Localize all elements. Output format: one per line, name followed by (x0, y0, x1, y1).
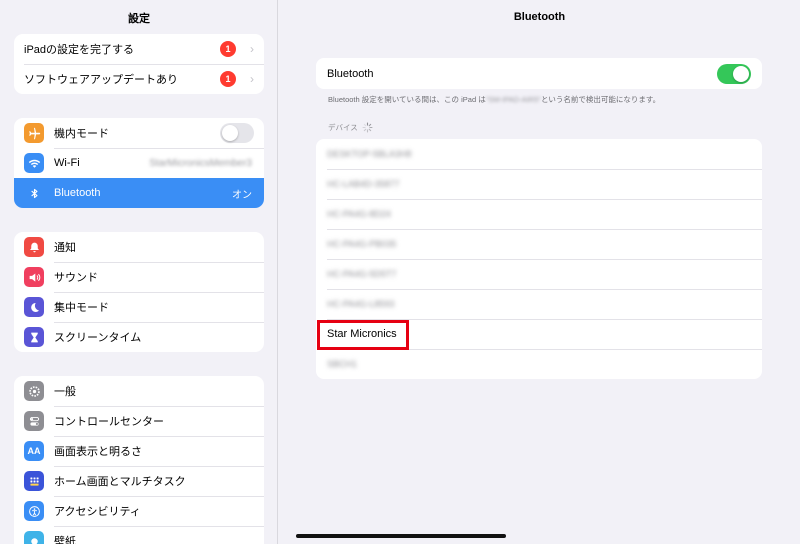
moon-icon (24, 297, 44, 317)
device-row[interactable]: HC-PA4G-PB035 (316, 229, 762, 259)
speaker-icon (24, 267, 44, 287)
sidebar-item-label: iPadの設定を完了する (24, 44, 135, 56)
device-row[interactable]: SBCH1 (316, 349, 762, 379)
switches-icon (24, 411, 44, 431)
chevron-right-icon: › (250, 72, 254, 86)
device-row[interactable]: HC-PA4G-5D5T7 (316, 259, 762, 289)
setup-group: iPadの設定を完了する 1 › ソフトウェアアップデートあり 1 › (14, 34, 264, 94)
home-grid-icon (24, 471, 44, 491)
device-name-redacted: "SM-IPAD-AIR5" (485, 95, 541, 104)
sidebar-item-label: コントロールセンター (54, 416, 164, 428)
bluetooth-toggle-label: Bluetooth (327, 67, 374, 80)
description-prefix: Bluetooth 設定を開いている間は、この iPad は (328, 95, 486, 104)
notifications-group: 通知 サウンド 集中モード スクリーンタイム (14, 232, 264, 352)
device-name: HC-LAB4D-35877 (327, 179, 400, 189)
device-name: DESKTOP-5BLA3H8 (327, 149, 412, 159)
device-name: HC-PA4G-8D24 (327, 209, 391, 219)
wifi-icon (24, 153, 44, 173)
wifi-network-name: StarMicronicsMember3 (149, 157, 252, 169)
device-name: SBCH1 (327, 359, 358, 369)
bluetooth-icon (24, 183, 44, 203)
device-row[interactable]: HC-PA4G-8D24 (316, 199, 762, 229)
device-row[interactable]: HC-LAB4D-35877 (316, 169, 762, 199)
device-name: HC-PA4G-PB035 (327, 239, 397, 249)
text-size-icon: AA (24, 441, 44, 461)
toggle-knob (733, 65, 749, 82)
sidebar-item-finish-setup[interactable]: iPadの設定を完了する 1 › (14, 34, 264, 64)
sidebar-item-notifications[interactable]: 通知 (14, 232, 264, 262)
highlight-annotation (317, 320, 409, 350)
device-row[interactable]: DESKTOP-5BLA3H8 (316, 139, 762, 169)
device-name: HC-PA4G-L8593 (327, 299, 395, 309)
hourglass-icon (24, 327, 44, 347)
sidebar-item-home-screen[interactable]: ホーム画面とマルチタスク (14, 466, 264, 496)
sidebar-item-label: ソフトウェアアップデートあり (24, 74, 178, 86)
sidebar-item-display[interactable]: AA 画面表示と明るさ (14, 436, 264, 466)
device-row[interactable]: HC-PA4G-L8593 (316, 289, 762, 319)
bluetooth-toggle[interactable] (717, 63, 751, 84)
description-suffix: という名前で検出可能になります。 (540, 95, 661, 104)
connectivity-group: 機内モード Wi-Fi StarMicronicsMember3 Bluetoo… (14, 118, 264, 208)
gear-icon (24, 381, 44, 401)
bluetooth-detail-pane: Bluetooth Bluetooth Bluetooth 設定を開いている間は… (279, 0, 800, 544)
device-name: HC-PA4G-5D5T7 (327, 269, 397, 279)
sidebar-item-general[interactable]: 一般 (14, 376, 264, 406)
sidebar-item-label: 一般 (54, 386, 76, 398)
sidebar-item-wifi[interactable]: Wi-Fi StarMicronicsMember3 (14, 148, 264, 178)
sidebar-item-label: 機内モード (54, 128, 109, 140)
sidebar-item-software-update[interactable]: ソフトウェアアップデートあり 1 › (14, 64, 264, 94)
sidebar-item-label: 集中モード (54, 302, 109, 314)
bluetooth-toggle-row: Bluetooth (316, 58, 762, 89)
sidebar-item-label: 通知 (54, 242, 76, 254)
sidebar-item-bluetooth[interactable]: Bluetooth オン (14, 178, 264, 208)
sidebar-item-sounds[interactable]: サウンド (14, 262, 264, 292)
sidebar-item-label: スクリーンタイム (54, 332, 142, 344)
sidebar-item-label: ホーム画面とマルチタスク (54, 476, 186, 488)
chevron-right-icon: › (250, 42, 254, 56)
bluetooth-status: オン (232, 189, 252, 201)
sidebar-item-wallpaper[interactable]: 壁紙 (14, 526, 264, 544)
notification-badge: 1 (220, 71, 236, 87)
toggle-knob (222, 125, 238, 141)
wallpaper-icon (24, 531, 44, 544)
page-title: Bluetooth (513, 11, 566, 23)
accessibility-icon (24, 501, 44, 521)
sidebar-item-screen-time[interactable]: スクリーンタイム (14, 322, 264, 352)
devices-section-header: デバイス (328, 122, 373, 133)
sidebar-item-label: Wi-Fi (54, 157, 80, 169)
sidebar-item-label: サウンド (54, 272, 98, 284)
airplane-mode-toggle[interactable] (220, 123, 254, 143)
sidebar-item-accessibility[interactable]: アクセシビリティ (14, 496, 264, 526)
settings-sidebar: 設定 iPadの設定を完了する 1 › ソフトウェアアップデートあり 1 › 機… (0, 0, 278, 544)
general-group: 一般 コントロールセンター AA 画面表示と明るさ ホーム画面とマルチタスク ア… (14, 376, 264, 544)
sidebar-item-label: 画面表示と明るさ (54, 446, 142, 458)
sidebar-item-focus[interactable]: 集中モード (14, 292, 264, 322)
discoverable-description: Bluetooth 設定を開いている間は、この iPad は"SM-IPAD-A… (328, 94, 758, 105)
devices-header-label: デバイス (328, 123, 358, 132)
sidebar-item-label: Bluetooth (54, 187, 101, 199)
home-indicator[interactable] (296, 534, 506, 538)
sidebar-item-control-center[interactable]: コントロールセンター (14, 406, 264, 436)
sidebar-title: 設定 (128, 13, 150, 25)
sidebar-item-label: 壁紙 (54, 536, 76, 544)
notification-badge: 1 (220, 41, 236, 57)
sidebar-item-airplane-mode[interactable]: 機内モード (14, 118, 264, 148)
bell-icon (24, 237, 44, 257)
airplane-icon (24, 123, 44, 143)
sidebar-item-label: アクセシビリティ (54, 506, 141, 518)
loading-spinner-icon (362, 122, 373, 133)
